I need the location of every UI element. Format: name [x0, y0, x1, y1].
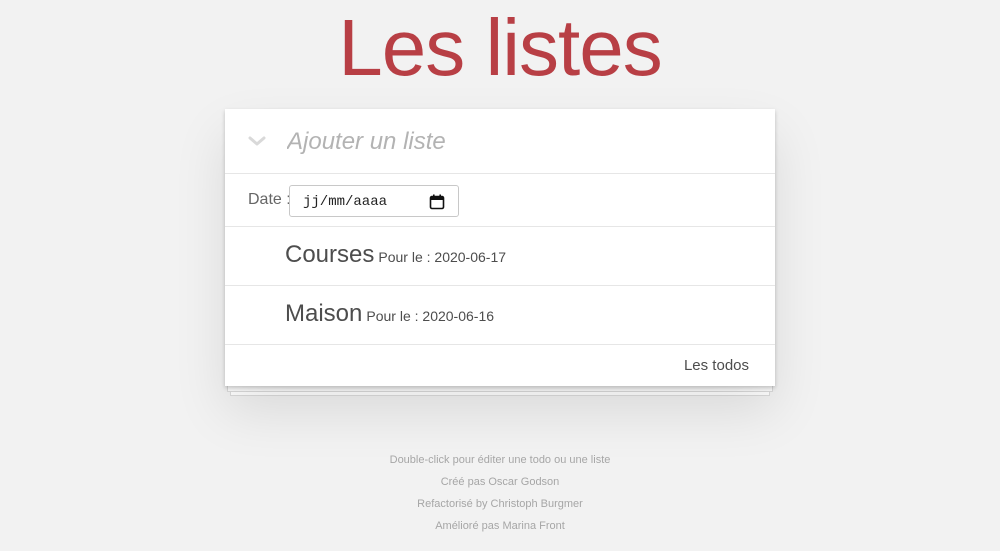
info-line: Refactorisé by Christoph Burgmer — [417, 498, 583, 510]
date-filter-row: Date : jj/mm/aaaa — [225, 174, 775, 227]
list-item-title: Maison Pour le : 2020-06-16 — [285, 300, 494, 328]
list-item-date: Pour le : 2020-06-16 — [366, 308, 495, 324]
new-list-row — [225, 109, 775, 174]
list-item-name: Courses — [285, 241, 375, 268]
new-list-input[interactable] — [285, 121, 759, 163]
list-item[interactable]: Courses Pour le : 2020-06-17 — [225, 227, 775, 286]
calendar-icon[interactable] — [429, 194, 445, 210]
card-footer: Les todos — [225, 345, 775, 386]
info-line: Double-click pour éditer une todo ou une… — [389, 454, 611, 466]
info-line: Créé pas Oscar Godson — [440, 476, 560, 488]
lists-card: Date : jj/mm/aaaa CoursesPour le : 2020-… — [225, 109, 775, 386]
list-item[interactable]: Maison Pour le : 2020-06-16 — [225, 286, 775, 345]
page-title: Les listes — [338, 3, 662, 92]
page: Les listes Date : jj/mm/aaaa — [0, 0, 1000, 551]
list-item-title: Courses Pour le : 2020-06-17 — [285, 241, 506, 269]
info-line: Amélioré pas Marina Front — [435, 520, 565, 532]
list-item-date: Pour le : 2020-06-17 — [378, 249, 507, 265]
date-input-value: jj/mm/aaaa — [303, 194, 388, 210]
date-input[interactable]: jj/mm/aaaa — [289, 185, 459, 217]
todos-link[interactable]: Les todos — [684, 357, 749, 374]
chevron-down-icon[interactable] — [245, 129, 269, 153]
list-item-name: Maison — [285, 300, 363, 327]
info-footer: Double-click pour éditer une todo ou une… — [0, 449, 1000, 537]
date-label: Date : — [248, 191, 291, 208]
